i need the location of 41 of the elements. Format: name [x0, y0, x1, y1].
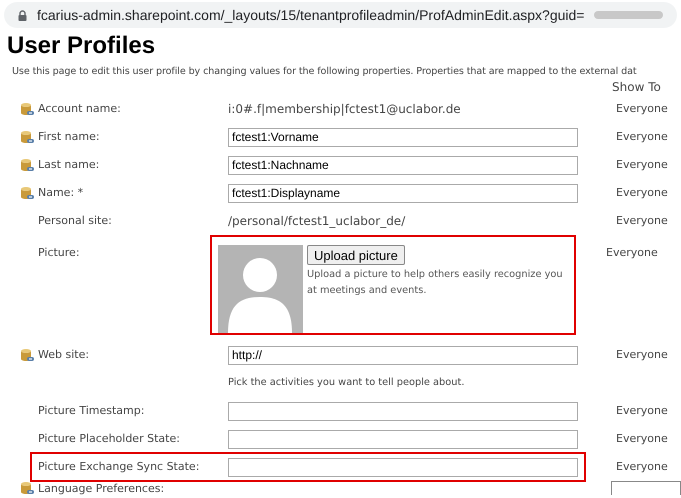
field-label: Picture:: [37, 245, 81, 262]
input-field[interactable]: fctest1:Vorname: [228, 128, 578, 147]
field-label: Picture Placeholder State:: [38, 431, 181, 448]
input-field[interactable]: fctest1:Displayname: [228, 184, 578, 203]
field-label: Picture Timestamp:: [38, 403, 146, 420]
field-label: First name:: [38, 129, 101, 146]
input-field[interactable]: [228, 458, 578, 477]
lock-icon: [18, 10, 27, 20]
dropdown-field[interactable]: [611, 481, 681, 496]
column-header: Show To: [612, 79, 661, 96]
show-to-value: Everyone: [616, 129, 668, 146]
field-label: Name: *: [38, 185, 84, 202]
input-field[interactable]: [228, 430, 578, 449]
show-to-value: Everyone: [616, 185, 668, 202]
input-field[interactable]: [228, 402, 578, 421]
field-label: Picture Exchange Sync State:: [38, 459, 200, 476]
show-to-value: Everyone: [616, 403, 668, 420]
show-to-value: Everyone: [616, 431, 668, 448]
show-to-value: Everyone: [616, 157, 668, 174]
url-text: fcarius-admin.sharepoint.com/_layouts/15/tenantprofileadmin/ProfAdminEdit.aspx?guid=: [37, 6, 584, 25]
picture-hint: Upload a picture to help others easily recognize you at meetings and events.: [307, 268, 564, 298]
activities-note: Pick the activities you want to tell people about.: [228, 376, 464, 390]
show-to-value: Everyone: [616, 213, 668, 230]
show-to-value: Everyone: [606, 245, 658, 262]
field-label: Language Preferences:: [37, 481, 166, 498]
input-field[interactable]: fctest1:Nachname: [228, 156, 578, 175]
field-label: Web site:: [38, 347, 90, 364]
field-value: /personal/fctest1_uclabor_de/: [228, 213, 406, 230]
upload-picture-button[interactable]: Upload picture: [307, 245, 405, 266]
show-to-value: Everyone: [616, 347, 668, 364]
page-title: User Profiles: [7, 31, 156, 61]
address-bar[interactable]: fcarius-admin.sharepoint.com/_layouts/15/tenantprofileadmin/ProfAdminEdit.aspx?guid=: [4, 2, 677, 28]
blurred-text: [594, 11, 663, 19]
field-label: Last name:: [38, 157, 100, 174]
page-description: Use this page to edit this user profile by changing values for the following properties. Properties that are mapped to the external dat: [12, 65, 637, 79]
input-field[interactable]: http://: [228, 346, 578, 365]
field-value: i:0#.f|membership|fctest1@uclabor.de: [228, 101, 462, 118]
field-label: Personal site:: [38, 213, 113, 230]
show-to-value: Everyone: [616, 101, 668, 118]
field-label: Account name:: [38, 101, 122, 118]
show-to-value: Everyone: [616, 459, 668, 476]
